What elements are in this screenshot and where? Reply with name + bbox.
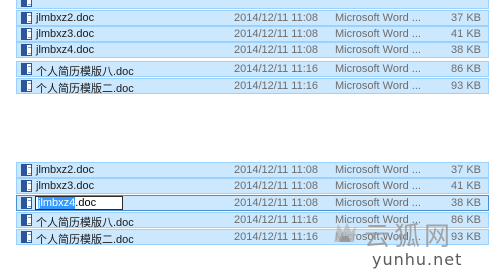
file-type: Microsoft Word ...	[335, 180, 421, 192]
file-type: Microsoft Word ...	[335, 44, 421, 56]
file-row[interactable]: 个人简历模版二.doc 2014/12/11 11:16 Microsoft W…	[16, 78, 489, 95]
word-doc-icon	[21, 80, 32, 92]
file-date-modified: 2014/12/11 11:16	[234, 231, 319, 243]
word-doc-icon	[21, 231, 32, 243]
file-name: jlmbxz2.doc	[36, 164, 95, 176]
file-type: Microsoft Word ...	[335, 12, 421, 24]
file-row[interactable]: jlmbxz3.doc 2014/12/11 11:08 Microsoft W…	[16, 178, 489, 194]
file-row[interactable]: jlmbxz2.doc 2014/12/11 11:08 Microsoft W…	[16, 162, 489, 178]
word-doc-icon	[21, 28, 32, 40]
file-size: 41 KB	[451, 180, 481, 192]
word-doc-icon	[21, 0, 32, 7]
word-doc-icon	[21, 197, 32, 209]
file-size: 86 KB	[451, 63, 481, 75]
file-date-modified: 2014/12/11 11:16	[234, 63, 319, 75]
rename-selected-text: jlmbxz4	[38, 197, 76, 209]
file-type: Microsoft Word ...	[335, 164, 421, 176]
word-doc-icon	[21, 44, 32, 56]
file-row-partial[interactable]	[16, 0, 489, 9]
file-type: Microsoft Word ...	[335, 231, 421, 243]
file-date-modified: 2014/12/11 11:08	[234, 164, 319, 176]
file-list-before: jlmbxz2.doc 2014/12/11 11:08 Microsoft W…	[0, 0, 491, 122]
file-row[interactable]: 个人简历模版二.doc 2014/12/11 11:16 Microsoft W…	[16, 229, 489, 246]
file-row[interactable]: jlmbxz4.doc 2014/12/11 11:08 Microsoft W…	[16, 42, 489, 58]
file-row[interactable]: jlmbxz2.doc 2014/12/11 11:08 Microsoft W…	[16, 10, 489, 26]
word-doc-icon	[21, 164, 32, 176]
file-size: 37 KB	[451, 12, 481, 24]
file-date-modified: 2014/12/11 11:16	[234, 214, 319, 226]
file-name: 个人简历模版二.doc	[36, 234, 134, 246]
file-type: Microsoft Word ...	[335, 63, 421, 75]
file-size: 93 KB	[451, 231, 481, 243]
file-name: 个人简历模版八.doc	[36, 217, 134, 229]
file-date-modified: 2014/12/11 11:08	[234, 44, 319, 56]
file-date-modified: 2014/12/11 11:08	[234, 180, 319, 192]
file-type: Microsoft Word ...	[335, 214, 421, 226]
file-name: jlmbxz3.doc	[36, 180, 95, 192]
file-list-renaming: jlmbxz2.doc 2014/12/11 11:08 Microsoft W…	[0, 148, 491, 275]
file-row-renaming[interactable]: jlmbxz4.doc 2014/12/11 11:08 Microsoft W…	[16, 195, 489, 211]
file-name: 个人简历模版八.doc	[36, 66, 134, 78]
file-size: 93 KB	[451, 80, 481, 92]
file-date-modified: 2014/12/11 11:08	[234, 12, 319, 24]
file-size: 38 KB	[451, 44, 481, 56]
word-doc-icon	[21, 12, 32, 24]
rename-extension: .doc	[75, 197, 97, 209]
file-name: 个人简历模版二.doc	[36, 83, 134, 95]
file-date-modified: 2014/12/11 11:08	[234, 197, 319, 209]
file-row[interactable]: jlmbxz3.doc 2014/12/11 11:08 Microsoft W…	[16, 26, 489, 42]
file-type: Microsoft Word ...	[335, 28, 421, 40]
word-doc-icon	[21, 180, 32, 192]
file-date-modified: 2014/12/11 11:08	[234, 28, 319, 40]
file-name: jlmbxz4.doc	[36, 44, 95, 56]
file-name: jlmbxz3.doc	[36, 28, 95, 40]
file-type: Microsoft Word ...	[335, 197, 421, 209]
word-doc-icon	[21, 214, 32, 226]
file-row[interactable]: 个人简历模版八.doc 2014/12/11 11:16 Microsoft W…	[16, 61, 489, 78]
file-size: 86 KB	[451, 214, 481, 226]
word-doc-icon	[21, 63, 32, 75]
file-size: 37 KB	[451, 164, 481, 176]
file-size: 38 KB	[451, 197, 481, 209]
screenshot-divider	[0, 122, 491, 148]
file-type: Microsoft Word ...	[335, 80, 421, 92]
file-row[interactable]: 个人简历模版八.doc 2014/12/11 11:16 Microsoft W…	[16, 212, 489, 229]
file-name: jlmbxz2.doc	[36, 12, 95, 24]
rename-input[interactable]: jlmbxz4.doc	[35, 196, 123, 210]
file-date-modified: 2014/12/11 11:16	[234, 80, 319, 92]
file-size: 41 KB	[451, 28, 481, 40]
